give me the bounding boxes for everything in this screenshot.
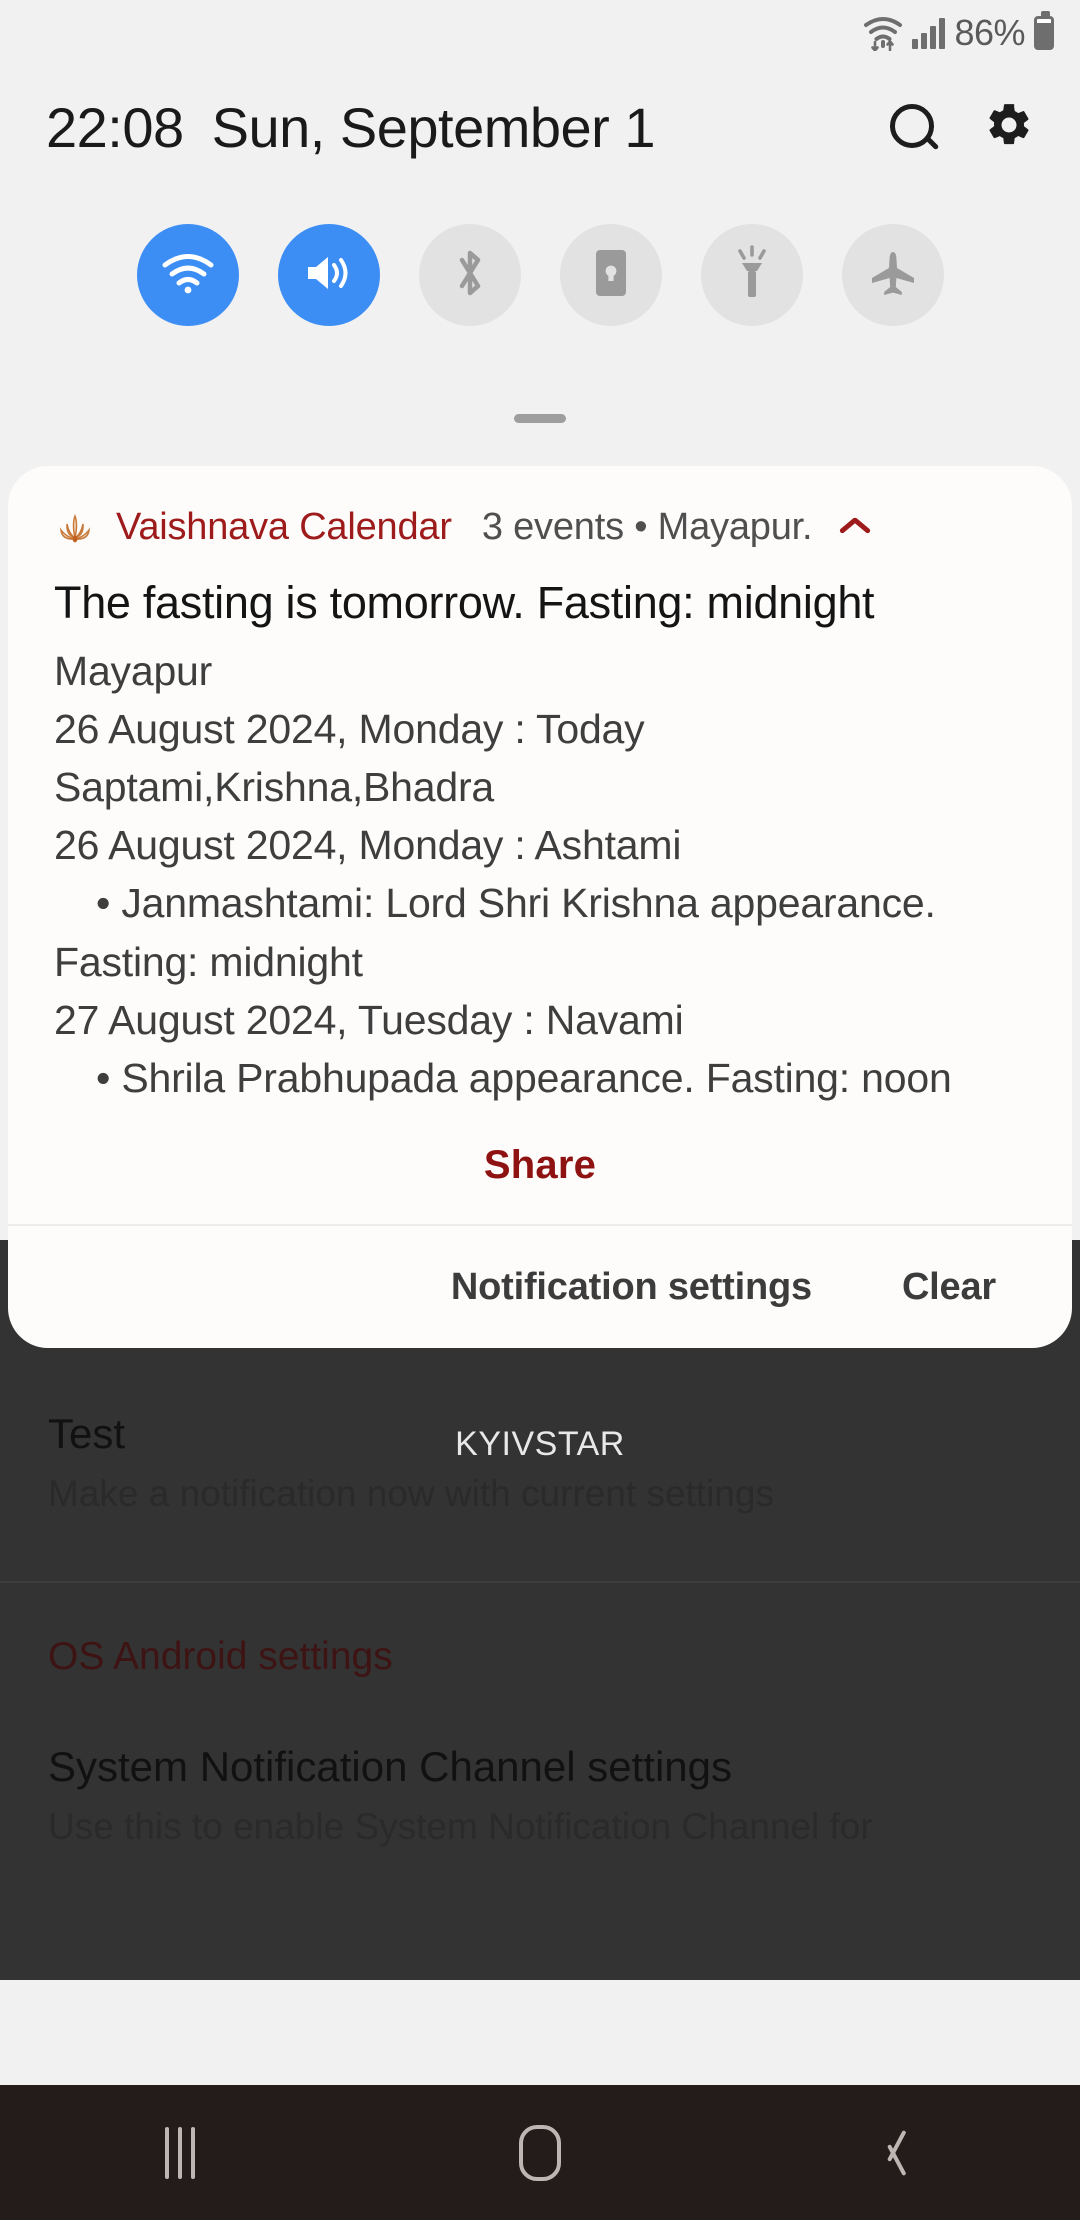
navigation-bar xyxy=(0,2085,1080,2220)
notification-line: 27 August 2024, Tuesday : Navami xyxy=(54,996,684,1043)
notification-actions: Share xyxy=(8,1107,1072,1224)
notification-line: Saptami,Krishna,Bhadra xyxy=(54,764,495,811)
status-bar: 86% xyxy=(0,0,1080,66)
notification-body: Vaishnava Calendar 3 events • Mayapur. T… xyxy=(8,466,1072,1224)
notification-meta-label: 3 events • Mayapur. xyxy=(481,505,813,548)
date-label[interactable]: Sun, September 1 xyxy=(212,95,656,160)
notification-header-row[interactable]: Vaishnava Calendar 3 events • Mayapur. xyxy=(8,498,1072,556)
quick-toggle-screen-lock[interactable] xyxy=(559,224,662,326)
quick-toggle-airplane[interactable] xyxy=(841,224,944,326)
bg-subtitle: Use this to enable System Notification C… xyxy=(48,1805,873,1847)
speaker-icon xyxy=(302,249,356,302)
quick-settings-row xyxy=(0,205,1080,345)
home-button[interactable] xyxy=(450,2085,630,2220)
quick-toggle-sound[interactable] xyxy=(277,224,380,326)
wifi-with-transfer-icon xyxy=(863,15,903,52)
wifi-icon xyxy=(161,251,215,300)
clock-label[interactable]: 22:08 xyxy=(46,95,184,160)
recents-icon xyxy=(165,2126,195,2179)
home-icon xyxy=(519,2124,561,2181)
lotus-icon xyxy=(54,506,96,548)
battery-icon xyxy=(1034,11,1054,50)
bluetooth-icon xyxy=(448,246,492,305)
share-button[interactable]: Share xyxy=(484,1143,596,1188)
screen-lock-icon xyxy=(590,246,632,305)
quick-toggle-flashlight[interactable] xyxy=(700,224,803,326)
bg-section-header: OS Android settings xyxy=(48,1635,393,1678)
shade-drag-handle[interactable] xyxy=(514,414,566,423)
notification-settings-button[interactable]: Notification settings xyxy=(451,1266,812,1309)
notification-line: 26 August 2024, Monday : Today xyxy=(54,705,645,752)
gear-icon[interactable] xyxy=(984,100,1034,155)
notification-card[interactable]: Vaishnava Calendar 3 events • Mayapur. T… xyxy=(8,466,1072,1349)
airplane-icon xyxy=(866,248,920,303)
notification-line: • Shrila Prabhupada appearance. Fasting:… xyxy=(96,1055,952,1102)
bg-subtitle: Make a notification now with current set… xyxy=(48,1472,774,1514)
header-actions xyxy=(890,100,1034,155)
battery-percent-label: 86% xyxy=(954,12,1025,53)
bg-item-title[interactable]: System Notification Channel settings xyxy=(48,1741,1032,1794)
notification-line: Mayapur xyxy=(54,647,213,694)
flashlight-icon xyxy=(728,244,776,306)
cellular-signal-icon xyxy=(912,17,946,49)
notification-line: • Janmashtami: Lord Shri Krishna appeara… xyxy=(96,880,936,927)
notification-footer: Notification settings Clear xyxy=(8,1226,1072,1348)
quick-toggle-wifi[interactable] xyxy=(136,224,239,326)
carrier-name-label: KYIVSTAR xyxy=(455,1425,625,1463)
quick-toggle-bluetooth[interactable] xyxy=(418,224,521,326)
phone-screen: Make a notification now with current set… xyxy=(0,0,1080,2220)
recents-button[interactable] xyxy=(90,2085,270,2220)
back-icon xyxy=(883,2126,917,2180)
shade-header: 22:08 Sun, September 1 xyxy=(0,72,1080,182)
notification-app-name: Vaishnava Calendar xyxy=(116,505,452,548)
clear-button[interactable]: Clear xyxy=(902,1266,996,1309)
notification-line: 26 August 2024, Monday : Ashtami xyxy=(54,822,682,869)
notification-line: Fasting: midnight xyxy=(54,938,363,985)
chevron-up-icon[interactable] xyxy=(838,517,872,537)
search-icon[interactable] xyxy=(890,104,936,150)
back-button[interactable] xyxy=(810,2085,990,2220)
notification-title: The fasting is tomorrow. Fasting: midnig… xyxy=(54,577,875,628)
notification-detail-lines: Mayapur 26 August 2024, Monday : Today S… xyxy=(8,632,1072,1108)
background-app-dimmed: Make a notification now with current set… xyxy=(0,1240,1080,1980)
